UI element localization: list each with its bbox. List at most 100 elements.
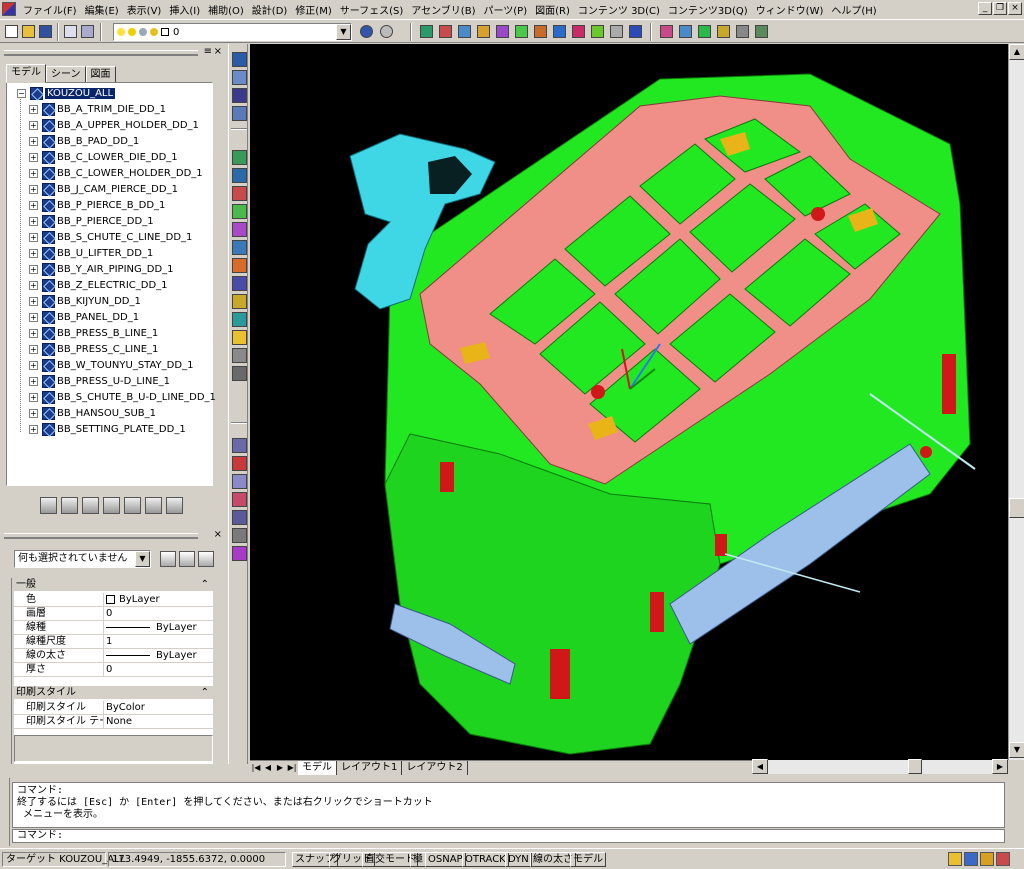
menu-window[interactable]: ウィンドウ(W) bbox=[752, 2, 828, 17]
model-tree[interactable]: − KOUZOU_ALL + BB_A_TRIM_DIE_DD_1 + BB_A_UP… bbox=[6, 82, 216, 486]
menu-design[interactable]: 設計(D) bbox=[248, 2, 292, 17]
view-tool-3-icon[interactable] bbox=[696, 23, 713, 40]
draw-tool-4-icon[interactable] bbox=[232, 204, 247, 219]
surface-tool-3-icon[interactable] bbox=[456, 23, 473, 40]
draw-tool-6-icon[interactable] bbox=[232, 240, 247, 255]
open-folder-icon[interactable] bbox=[20, 23, 37, 40]
tree-tool-1-icon[interactable] bbox=[40, 497, 57, 514]
tree-tool-3-icon[interactable] bbox=[82, 497, 99, 514]
prop-row[interactable]: 画層 0 bbox=[14, 607, 213, 621]
view-front-icon[interactable] bbox=[232, 52, 247, 67]
tree-tool-5-icon[interactable] bbox=[124, 497, 141, 514]
tree-item[interactable]: + BB_P_PIERCE_B_DD_1 bbox=[29, 197, 165, 213]
select-objects-icon[interactable] bbox=[179, 551, 195, 567]
dock-icon[interactable]: ≡ bbox=[204, 46, 212, 57]
model-panel-titlebar[interactable]: ≡ × bbox=[0, 46, 226, 60]
redo-icon[interactable] bbox=[378, 23, 395, 40]
draw-tool-7-icon[interactable] bbox=[232, 258, 247, 273]
horizontal-scrollbar[interactable]: ◀ ▶ bbox=[752, 759, 1008, 774]
app-icon[interactable] bbox=[2, 2, 16, 16]
tree-item[interactable]: + BB_P_PIERCE_DD_1 bbox=[29, 213, 154, 229]
view-tool-2-icon[interactable] bbox=[677, 23, 694, 40]
draw-tool-11-icon[interactable] bbox=[232, 330, 247, 345]
tree-tool-4-icon[interactable] bbox=[103, 497, 120, 514]
prop-row[interactable]: 色 ByLayer bbox=[14, 593, 213, 607]
collapse-chevron-icon[interactable]: ⌃ bbox=[201, 578, 209, 592]
menu-modify[interactable]: 修正(M) bbox=[291, 2, 335, 17]
tree-tool-6-icon[interactable] bbox=[145, 497, 162, 514]
expand-icon[interactable]: + bbox=[29, 184, 38, 194]
tree-item[interactable]: + BB_J_CAM_PIERCE_DD_1 bbox=[29, 181, 178, 197]
expand-icon[interactable]: + bbox=[29, 216, 38, 226]
prop-row[interactable]: 厚さ 0 bbox=[14, 663, 213, 677]
first-tab-icon[interactable]: |◀ bbox=[250, 762, 262, 774]
hscroll-thumb[interactable] bbox=[908, 759, 922, 774]
draw-tool-8-icon[interactable] bbox=[232, 276, 247, 291]
expand-icon[interactable]: + bbox=[29, 344, 38, 354]
tree-tool-7-icon[interactable] bbox=[166, 497, 183, 514]
tree-item[interactable]: + BB_A_TRIM_DIE_DD_1 bbox=[29, 101, 166, 117]
surface-tool-5-icon[interactable] bbox=[494, 23, 511, 40]
draw-tool-2-icon[interactable] bbox=[232, 168, 247, 183]
draw-tool-10-icon[interactable] bbox=[232, 312, 247, 327]
view-tool-6-icon[interactable] bbox=[753, 23, 770, 40]
modify-tool-6-icon[interactable] bbox=[232, 528, 247, 543]
toggle-pickadd-icon[interactable] bbox=[160, 551, 176, 567]
tab-model[interactable]: モデル bbox=[6, 64, 46, 83]
status-coordinates[interactable]: 173.4949, -1855.6372, 0.0000 bbox=[108, 852, 286, 867]
view-side-icon[interactable] bbox=[232, 88, 247, 103]
tree-item[interactable]: + BB_SETTING_PLATE_DD_1 bbox=[29, 421, 186, 437]
expand-icon[interactable]: + bbox=[29, 152, 38, 162]
collapse-chevron-icon[interactable]: ⌃ bbox=[201, 686, 209, 700]
menu-drawing[interactable]: 図面(R) bbox=[531, 2, 574, 17]
menu-assembly[interactable]: アセンブリ(B) bbox=[407, 2, 479, 17]
draw-tool-1-icon[interactable] bbox=[232, 150, 247, 165]
minimize-button[interactable]: _ bbox=[978, 2, 992, 15]
view-top-icon[interactable] bbox=[232, 70, 247, 85]
tree-item[interactable]: + BB_Y_AIR_PIPING_DD_1 bbox=[29, 261, 174, 277]
menu-content3d-c[interactable]: コンテンツ 3D(C) bbox=[574, 2, 664, 17]
menu-view[interactable]: 表示(V) bbox=[123, 2, 166, 17]
tab-scene[interactable]: シーン bbox=[46, 66, 86, 83]
scroll-up-icon[interactable]: ▲ bbox=[1009, 44, 1024, 60]
tree-item[interactable]: + BB_KIJYUN_DD_1 bbox=[29, 293, 141, 309]
draw-tool-12-icon[interactable] bbox=[232, 348, 247, 363]
tray-alert-icon[interactable] bbox=[996, 852, 1010, 866]
scroll-down-icon[interactable]: ▼ bbox=[1009, 742, 1024, 758]
tray-lock-icon[interactable] bbox=[964, 852, 978, 866]
dyn-toggle[interactable]: DYN bbox=[505, 852, 532, 867]
drawing-viewport[interactable] bbox=[250, 44, 1008, 760]
tab-drawing[interactable]: 図面 bbox=[85, 66, 116, 83]
selection-dropdown[interactable]: 何も選択されていません ▼ bbox=[14, 550, 151, 568]
scroll-thumb[interactable] bbox=[1009, 498, 1024, 518]
expand-icon[interactable]: + bbox=[29, 104, 38, 114]
menu-insert[interactable]: 挿入(I) bbox=[165, 2, 204, 17]
tree-root[interactable]: − KOUZOU_ALL bbox=[17, 85, 116, 101]
properties-close-icon[interactable]: × bbox=[214, 529, 222, 540]
tree-item[interactable]: + BB_U_LIFTER_DD_1 bbox=[29, 245, 153, 261]
tree-item[interactable]: + BB_W_TOUNYU_STAY_DD_1 bbox=[29, 357, 193, 373]
quick-select-icon[interactable] bbox=[198, 551, 214, 567]
tree-item[interactable]: + BB_HANSOU_SUB_1 bbox=[29, 405, 156, 421]
surface-tool-9-icon[interactable] bbox=[570, 23, 587, 40]
expand-icon[interactable]: + bbox=[29, 120, 38, 130]
osnap-toggle[interactable]: OSNAP bbox=[425, 852, 466, 867]
view-iso-icon[interactable] bbox=[232, 106, 247, 121]
expand-icon[interactable]: + bbox=[29, 392, 38, 402]
expand-icon[interactable]: + bbox=[29, 264, 38, 274]
help-icon[interactable] bbox=[627, 23, 644, 40]
expand-icon[interactable]: + bbox=[29, 280, 38, 290]
tray-settings-icon[interactable] bbox=[948, 852, 962, 866]
model-toggle[interactable]: モデル bbox=[570, 852, 606, 867]
command-window-grip[interactable] bbox=[0, 778, 10, 846]
surface-tool-1-icon[interactable] bbox=[418, 23, 435, 40]
surface-tool-11-icon[interactable] bbox=[608, 23, 625, 40]
surface-tool-10-icon[interactable] bbox=[589, 23, 606, 40]
tree-item[interactable]: + BB_C_LOWER_DIE_DD_1 bbox=[29, 149, 178, 165]
expand-icon[interactable]: + bbox=[29, 200, 38, 210]
menu-surface[interactable]: サーフェス(S) bbox=[336, 2, 408, 17]
tree-item[interactable]: + BB_S_CHUTE_C_LINE_DD_1 bbox=[29, 229, 192, 245]
tab-layout2[interactable]: レイアウト2 bbox=[402, 760, 468, 775]
category-general[interactable]: 一般 ⌃ bbox=[14, 578, 213, 592]
draw-tool-13-icon[interactable] bbox=[232, 366, 247, 381]
